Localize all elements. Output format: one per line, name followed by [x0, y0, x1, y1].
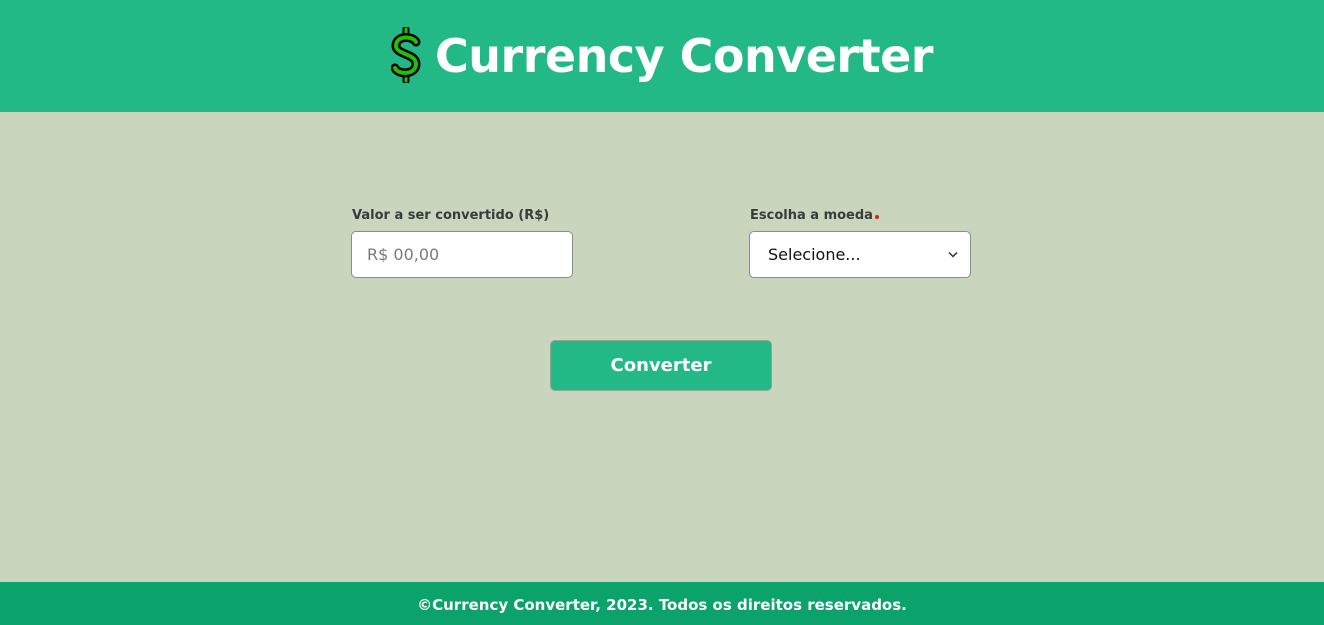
required-indicator	[875, 215, 879, 219]
app-title: Currency Converter	[435, 29, 933, 83]
currency-select-value: Selecione...	[768, 245, 861, 264]
currency-label: Escolha a moeda	[750, 208, 873, 223]
app-header: Currency Converter	[0, 0, 1324, 112]
chevron-down-icon	[948, 251, 958, 258]
app-footer: ©Currency Converter, 2023. Todos os dire…	[0, 582, 1324, 625]
convert-button[interactable]: Converter	[550, 340, 772, 391]
footer-copyright: ©Currency Converter, 2023. Todos os dire…	[417, 595, 907, 614]
currency-select[interactable]: Selecione...	[749, 231, 971, 278]
amount-input[interactable]	[351, 231, 573, 278]
dollar-sign-icon	[391, 27, 421, 83]
amount-label: Valor a ser convertido (R$)	[352, 208, 550, 223]
